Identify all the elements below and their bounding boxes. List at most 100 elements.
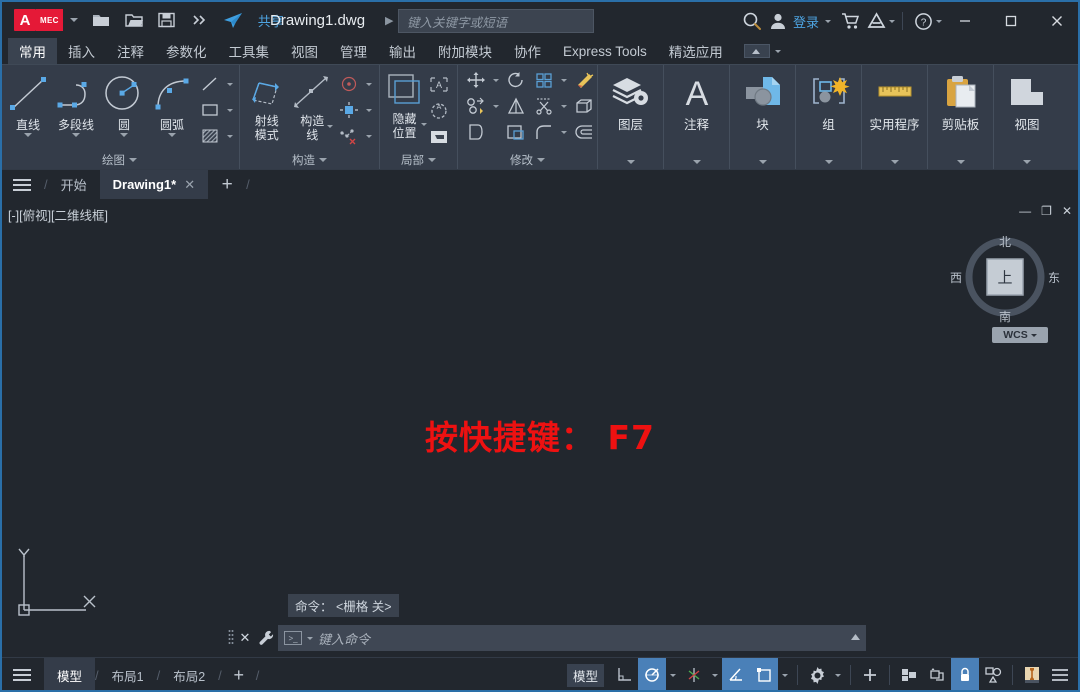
ribbon-panel-group[interactable]: 组 — [796, 65, 862, 169]
command-input[interactable]: >_ 键入命令 — [278, 625, 866, 651]
new-file-icon[interactable] — [90, 9, 112, 31]
drawing-canvas[interactable]: [-][俯视][二维线框] — ❐ ✕ 上 北 南 东 西 WCS 按快捷键： … — [0, 199, 1080, 657]
file-tab-drawing1[interactable]: Drawing1* ✕ — [99, 170, 209, 199]
line-small-button[interactable] — [196, 71, 224, 97]
ribbon-tab-express-tools[interactable]: Express Tools — [552, 38, 658, 64]
modify-panel-chevron-down-icon[interactable] — [537, 158, 545, 162]
move-chevron-down-icon[interactable] — [490, 78, 502, 82]
search-icon[interactable] — [741, 10, 763, 32]
circle-chevron-down-icon[interactable] — [120, 133, 128, 137]
construction-panel-chevron-down-icon[interactable] — [319, 158, 327, 162]
viewport-close-icon[interactable]: ✕ — [1062, 204, 1072, 218]
hide-position-button[interactable]: 隐藏 位置 — [384, 69, 427, 140]
section-button[interactable] — [425, 123, 453, 149]
minimize-button[interactable] — [942, 2, 988, 40]
more-qat-icon[interactable] — [189, 9, 211, 31]
new-layout-button[interactable]: + — [222, 658, 256, 692]
mirror-button[interactable] — [502, 93, 530, 119]
delete-constraint-chevron-down-icon[interactable] — [363, 134, 375, 138]
rectangle-button[interactable] — [196, 97, 224, 123]
offset-button[interactable] — [570, 119, 598, 145]
polar-chevron-down-icon[interactable] — [666, 658, 680, 692]
app-menu-chevron-down-icon[interactable] — [69, 18, 78, 22]
command-line-grip[interactable] — [226, 625, 236, 651]
new-tab-button[interactable]: + — [208, 170, 246, 199]
status-menu-icon[interactable] — [1046, 658, 1074, 692]
ribbon-tab-home[interactable]: 常用 — [8, 38, 57, 64]
ortho-icon[interactable] — [610, 658, 638, 692]
ribbon-tab-toolsets[interactable]: 工具集 — [218, 38, 281, 64]
save-icon[interactable] — [156, 9, 178, 31]
construction-line-button[interactable]: 构造 线 — [290, 69, 336, 142]
command-line-settings-icon[interactable] — [254, 630, 278, 647]
stretch-button[interactable] — [462, 119, 490, 145]
isolate-objects-icon[interactable] — [979, 658, 1007, 692]
ribbon-tab-parametric[interactable]: 参数化 — [155, 38, 218, 64]
text-align-button[interactable]: A — [425, 71, 453, 97]
arc-chevron-down-icon[interactable] — [168, 133, 176, 137]
erase-button[interactable] — [570, 67, 598, 93]
status-hamburger-icon[interactable] — [0, 658, 44, 692]
file-tabs-hamburger-icon[interactable] — [0, 170, 44, 199]
ucs-chevron-down-icon[interactable] — [1030, 333, 1037, 337]
move-button[interactable] — [462, 67, 490, 93]
maximize-button[interactable] — [988, 2, 1034, 40]
center-mark-button[interactable] — [335, 71, 363, 97]
workspace-icon[interactable] — [895, 658, 923, 692]
polar-tracking-icon[interactable] — [638, 658, 666, 692]
user-icon[interactable] — [767, 10, 789, 32]
ribbon-tab-annotate[interactable]: 注释 — [106, 38, 155, 64]
draw-panel-title[interactable]: 绘图 — [0, 151, 239, 169]
layers-chevron-down-icon[interactable] — [626, 160, 635, 164]
annotation-scale-icon[interactable] — [1018, 658, 1046, 692]
ribbon-tab-view[interactable]: 视图 — [280, 38, 329, 64]
constraint-point-button[interactable] — [335, 97, 363, 123]
viewport-restore-icon[interactable]: ❐ — [1041, 204, 1052, 218]
rectangle-chevron-down-icon[interactable] — [224, 108, 236, 112]
ribbon-workspace-chip[interactable] — [734, 38, 791, 64]
ribbon-panel-annotation[interactable]: A 注释 — [664, 65, 730, 169]
command-line-close-icon[interactable]: ✕ — [236, 630, 254, 646]
open-file-icon[interactable] — [123, 9, 145, 31]
viewport-minimize-icon[interactable]: — — [1019, 204, 1031, 218]
file-tab-start[interactable]: 开始 — [48, 170, 100, 199]
layout-tab-layout2[interactable]: 布局2 — [160, 658, 218, 692]
title-arrow-icon[interactable]: ▶ — [385, 14, 393, 27]
hide-position-chevron-down-icon[interactable] — [421, 123, 427, 126]
line-chevron-down-icon[interactable] — [24, 133, 32, 137]
viewport-label[interactable]: [-][俯视][二维线框] — [8, 205, 108, 224]
delete-constraint-button[interactable] — [335, 123, 363, 149]
clipboard-chevron-down-icon[interactable] — [956, 160, 965, 164]
ucs-selector[interactable]: WCS — [992, 327, 1048, 343]
polyline-chevron-down-icon[interactable] — [72, 133, 80, 137]
account-chevron-down-icon[interactable] — [825, 19, 831, 23]
ribbon-tab-insert[interactable]: 插入 — [57, 38, 106, 64]
command-scroll-up-icon[interactable] — [850, 629, 861, 647]
group-chevron-down-icon[interactable] — [824, 160, 833, 164]
settings-gear-icon[interactable] — [803, 658, 831, 692]
lock-ui-icon[interactable] — [951, 658, 979, 692]
app-logo[interactable]: A MEC — [14, 9, 63, 31]
polyline-button[interactable]: 多段线 — [52, 69, 100, 137]
annotation-chevron-down-icon[interactable] — [692, 160, 701, 164]
fillet-button[interactable] — [530, 119, 558, 145]
autodesk-chevron-down-icon[interactable] — [889, 19, 895, 23]
circle-button[interactable]: 圆 — [100, 69, 148, 137]
scale-button[interactable] — [502, 119, 530, 145]
osnap-icon[interactable] — [680, 658, 708, 692]
trim-button[interactable] — [530, 93, 558, 119]
ribbon-panel-block[interactable]: 块 — [730, 65, 796, 169]
object-snap-tracking-icon[interactable] — [750, 658, 778, 692]
line-button[interactable]: 直线 — [4, 69, 52, 137]
search-input[interactable]: 键入关键字或短语 — [398, 9, 594, 33]
array-button[interactable] — [530, 67, 558, 93]
close-button[interactable] — [1034, 2, 1080, 40]
command-prompt-chevron-down-icon[interactable] — [307, 636, 313, 640]
extrude-button[interactable] — [570, 93, 598, 119]
modify-panel-title[interactable]: 修改 — [458, 151, 597, 169]
copy-chevron-down-icon[interactable] — [490, 104, 502, 108]
ray-mode-button[interactable]: 射线 模式 — [244, 69, 290, 142]
ribbon-tab-featured-apps[interactable]: 精选应用 — [658, 38, 734, 64]
array-chevron-down-icon[interactable] — [558, 78, 570, 82]
trim-chevron-down-icon[interactable] — [558, 104, 570, 108]
